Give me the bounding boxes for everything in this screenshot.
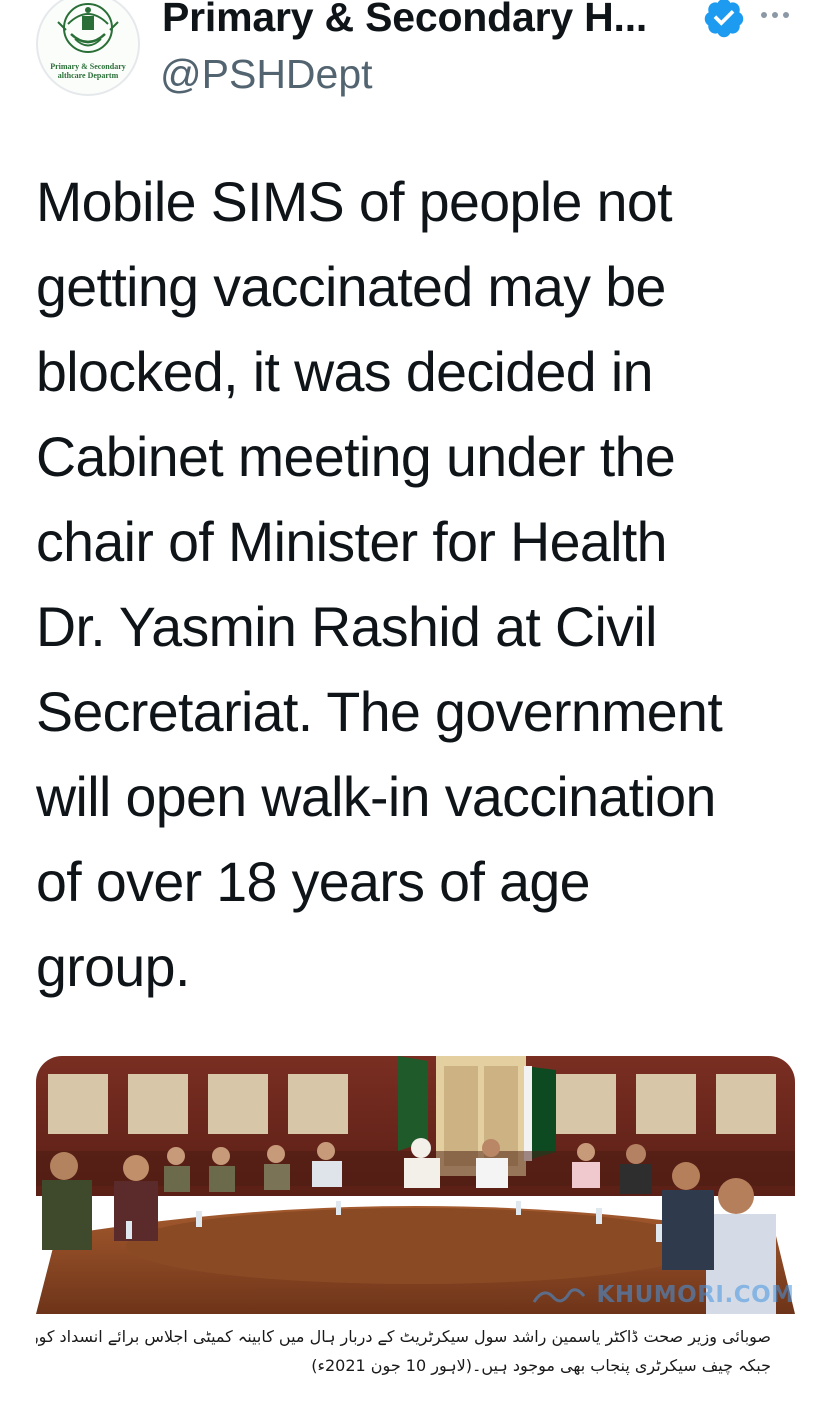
more-options-icon[interactable] — [758, 0, 792, 30]
photo-caption: صوبائی وزیر صحت ڈاکٹر یاسمین راشد سول سی… — [36, 1318, 795, 1409]
avatar-text-line-1: Primary & Secondary — [50, 62, 126, 71]
account-handle[interactable]: @PSHDept — [160, 50, 373, 98]
cabinet-meeting-photo[interactable] — [36, 1056, 795, 1314]
tweet-text: Mobile SIMS of people not getting vaccin… — [36, 160, 816, 1010]
tweet-text-line: of over 18 years of age — [36, 851, 590, 913]
tweet-text-line: will open walk-in vaccination — [36, 766, 716, 828]
caption-line-1: صوبائی وزیر صحت ڈاکٹر یاسمین راشد سول سی… — [36, 1327, 771, 1346]
watermark-text: KHUMORI.COM — [596, 1282, 795, 1308]
tweet-text-line: Mobile SIMS of people not — [36, 171, 673, 233]
tweet-text-line: chair of Minister for Health — [36, 511, 668, 573]
tweet-text-line: Secretariat. The government — [36, 681, 723, 743]
tweet-text-line: getting vaccinated may be — [36, 256, 666, 318]
avatar-text-line-2: althcare Departm — [57, 71, 119, 80]
display-name[interactable]: Primary & Secondary H... — [162, 0, 647, 41]
verified-badge-icon — [704, 0, 744, 38]
tweet-text-line: group. — [36, 936, 190, 998]
watermark-logo-icon — [532, 1287, 586, 1303]
tweet-text-line: Dr. Yasmin Rashid at Civil — [36, 596, 657, 658]
caption-line-2: جبکہ چیف سیکرٹری پنجاب بھی موجود ہیں۔(لا… — [311, 1356, 771, 1375]
tweet-media[interactable]: صوبائی وزیر صحت ڈاکٹر یاسمین راشد سول سی… — [36, 1056, 795, 1409]
tweet-header: Primary & Secondary althcare Departm Pri… — [0, 0, 825, 130]
watermark: KHUMORI.COM — [530, 1282, 795, 1308]
tweet-text-line: Cabinet meeting under the — [36, 426, 676, 488]
account-avatar[interactable]: Primary & Secondary althcare Departm — [36, 0, 140, 96]
tweet-text-line: blocked, it was decided in — [36, 341, 653, 403]
